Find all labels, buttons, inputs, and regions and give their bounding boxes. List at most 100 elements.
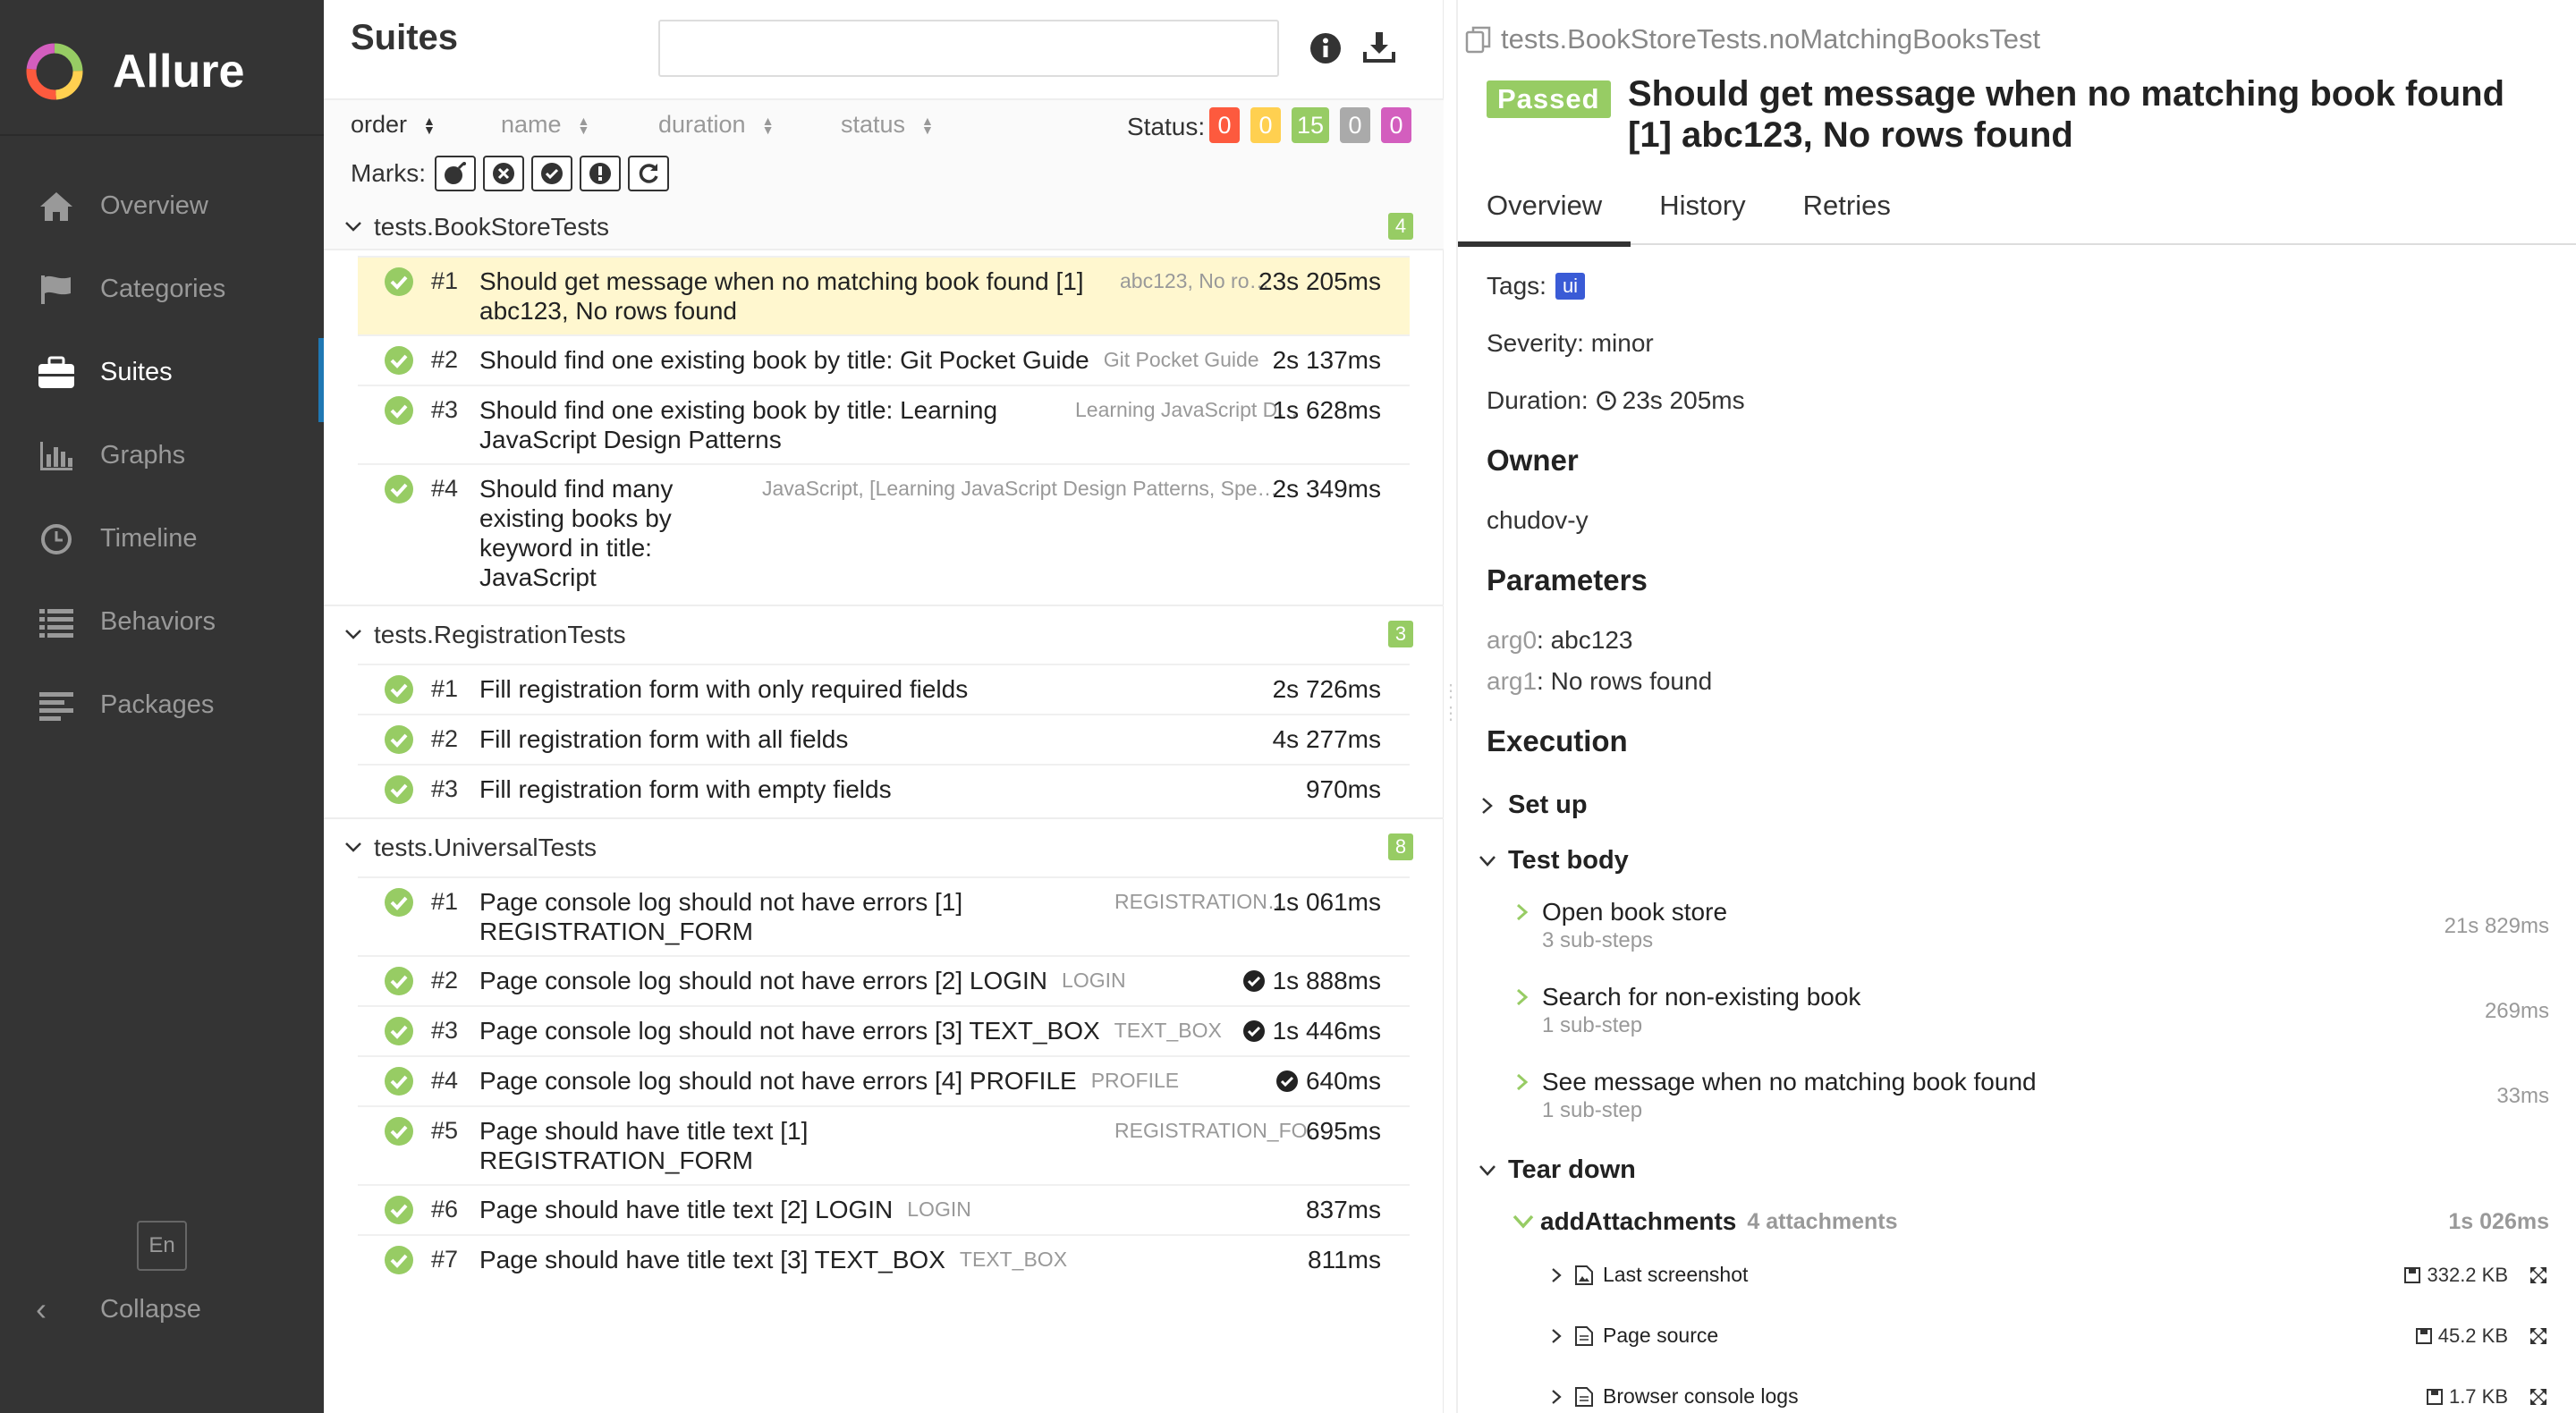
status-passed-toggle[interactable]: 15 (1292, 107, 1330, 143)
expand-icon[interactable] (2528, 1386, 2549, 1408)
attachment-row[interactable]: Browser console logs 1.7 KB (1547, 1384, 2558, 1409)
test-number: #1 (431, 267, 459, 294)
suite-group-header[interactable]: tests.UniversalTests 8 (324, 819, 1444, 876)
test-row[interactable]: #4 Page console log should not have erro… (358, 1055, 1410, 1105)
sidebar-item-packages[interactable]: Packages (0, 664, 324, 747)
attachments-count: 4 attachments (1747, 1208, 1898, 1234)
sidebar-item-suites[interactable]: Suites (0, 331, 324, 422)
chevron-down-icon (345, 222, 361, 232)
sidebar-item-categories[interactable]: Categories (0, 248, 324, 331)
execution-heading: Execution (1487, 724, 1628, 757)
home-icon (36, 186, 77, 227)
test-row[interactable]: #4 Should find many existing books by ke… (358, 463, 1410, 601)
test-row[interactable]: #2 Page console log should not have erro… (358, 955, 1410, 1005)
test-number: #3 (431, 396, 459, 423)
info-icon[interactable] (1306, 29, 1345, 68)
passed-check-icon (385, 1246, 413, 1274)
step-name: Open book store (1542, 898, 1728, 926)
step-row[interactable]: See message when no matching book found … (1512, 1068, 2549, 1123)
attachment-size-cell: 332.2 KB (2403, 1264, 2508, 1287)
setup-toggle[interactable]: Set up (1476, 791, 1588, 820)
test-row[interactable]: #3 Fill registration form with empty fie… (358, 764, 1410, 814)
step-row[interactable]: Open book store 3 sub-steps 21s 829ms (1512, 898, 2549, 953)
sidebar-item-label: Overview (100, 191, 208, 220)
brand[interactable]: Allure (23, 36, 244, 107)
test-row[interactable]: #2 Should find one existing book by titl… (358, 334, 1410, 385)
suite-group-header[interactable]: tests.RegistrationTests 3 (324, 606, 1444, 664)
sidebar-item-timeline[interactable]: Timeline (0, 497, 324, 580)
refresh-icon (639, 164, 658, 183)
suite-group-header[interactable]: tests.BookStoreTests 4 (324, 199, 1444, 256)
sort-by-order[interactable]: order ▲ ▼ (351, 111, 436, 139)
test-row[interactable]: #7 Page should have title text [3] TEXT_… (358, 1234, 1410, 1284)
setup-label: Set up (1508, 791, 1588, 819)
sidebar-item-behaviors[interactable]: Behaviors (0, 580, 324, 664)
sort-by-name[interactable]: name ▲ ▼ (501, 111, 589, 139)
brand-name: Allure (113, 46, 245, 97)
mark-new-passed-toggle[interactable] (531, 156, 572, 191)
mark-new-broken-toggle[interactable] (580, 156, 621, 191)
test-duration: 640ms (1305, 1067, 1381, 1095)
step-row[interactable]: Search for non-existing book 1 sub-step … (1512, 983, 2549, 1038)
test-row[interactable]: #2 Fill registration form with all field… (358, 714, 1410, 764)
sidebar-item-graphs[interactable]: Graphs (0, 414, 324, 497)
attachment-row[interactable]: Last screenshot 332.2 KB (1547, 1263, 2558, 1287)
sort-by-duration[interactable]: duration ▲ ▼ (658, 111, 774, 139)
test-row[interactable]: #3 Should find one existing book by titl… (358, 385, 1410, 463)
save-icon (2426, 1388, 2443, 1405)
language-button[interactable]: En (137, 1221, 187, 1271)
test-duration-cell: 1s 888ms (1242, 966, 1381, 995)
test-full-path: tests.BookStoreTests.noMatchingBooksTest (1465, 23, 2040, 55)
tab-overview[interactable]: Overview (1458, 179, 1631, 247)
sidebar-item-overview[interactable]: Overview (0, 165, 324, 248)
status-broken-toggle[interactable]: 0 (1250, 107, 1281, 143)
attachment-size: 1.7 KB (2448, 1384, 2508, 1408)
test-params: LOGIN (907, 1197, 971, 1221)
attachment-size-cell: 45.2 KB (2415, 1324, 2508, 1348)
attachment-row[interactable]: Page source 45.2 KB (1547, 1324, 2558, 1348)
chevron-right-icon (1517, 903, 1529, 921)
briefcase-icon (36, 352, 77, 393)
mark-flaky-toggle[interactable] (435, 156, 476, 191)
test-row[interactable]: #5 Page should have title text [1] REGIS… (358, 1105, 1410, 1184)
parameter-key: arg0 (1487, 626, 1538, 654)
file-icon (1575, 1325, 1593, 1346)
retried-check-icon (1275, 1070, 1298, 1092)
sort-by-status[interactable]: status ▲ ▼ (841, 111, 934, 139)
search-input[interactable] (658, 20, 1279, 77)
tag-badge[interactable]: ui (1555, 273, 1586, 300)
chevron-left-icon: ‹ (36, 1290, 47, 1327)
test-row[interactable]: #3 Page console log should not have erro… (358, 1005, 1410, 1055)
step-duration: 1s 026ms (2448, 1208, 2549, 1234)
copy-icon[interactable] (1465, 25, 1492, 54)
test-body-label: Test body (1508, 846, 1629, 875)
expand-icon[interactable] (2528, 1265, 2549, 1286)
tab-history[interactable]: History (1631, 179, 1774, 245)
expand-icon[interactable] (2528, 1325, 2549, 1347)
parameter-key: arg1 (1487, 667, 1538, 695)
test-params: REGISTRATION_FO… (1114, 1119, 1328, 1142)
attachment-name: Last screenshot (1603, 1263, 1749, 1286)
sidebar-item-label: Packages (100, 690, 215, 719)
collapse-button[interactable]: ‹ Collapse (36, 1290, 201, 1328)
test-row[interactable]: #1 Page console log should not have erro… (358, 876, 1410, 955)
mark-retries-toggle[interactable] (628, 156, 669, 191)
status-skipped-toggle[interactable]: 0 (1340, 107, 1371, 143)
status-failed-toggle[interactable]: 0 (1209, 107, 1240, 143)
passed-check-icon (385, 888, 413, 917)
test-body-toggle[interactable]: Test body (1476, 846, 1629, 876)
parameter-value: : No rows found (1537, 667, 1713, 695)
pane-resize-handle[interactable]: ⋮ ⋮ (1442, 680, 1460, 733)
test-row[interactable]: #6 Page should have title text [2] LOGIN… (358, 1184, 1410, 1234)
tab-retries[interactable]: Retries (1775, 179, 1919, 245)
mark-new-failed-toggle[interactable] (483, 156, 524, 191)
test-row[interactable]: #1 Should get message when no matching b… (358, 256, 1410, 334)
status-unknown-toggle[interactable]: 0 (1381, 107, 1412, 143)
test-row[interactable]: #1 Fill registration form with only requ… (358, 664, 1410, 714)
add-attachments-step[interactable]: addAttachments 4 attachments 1s 026ms (1512, 1207, 2549, 1236)
allure-logo-icon (26, 43, 83, 100)
check-circle-icon (541, 163, 563, 184)
teardown-toggle[interactable]: Tear down (1476, 1155, 1636, 1185)
test-number: #2 (431, 725, 459, 752)
download-icon[interactable] (1360, 29, 1399, 68)
